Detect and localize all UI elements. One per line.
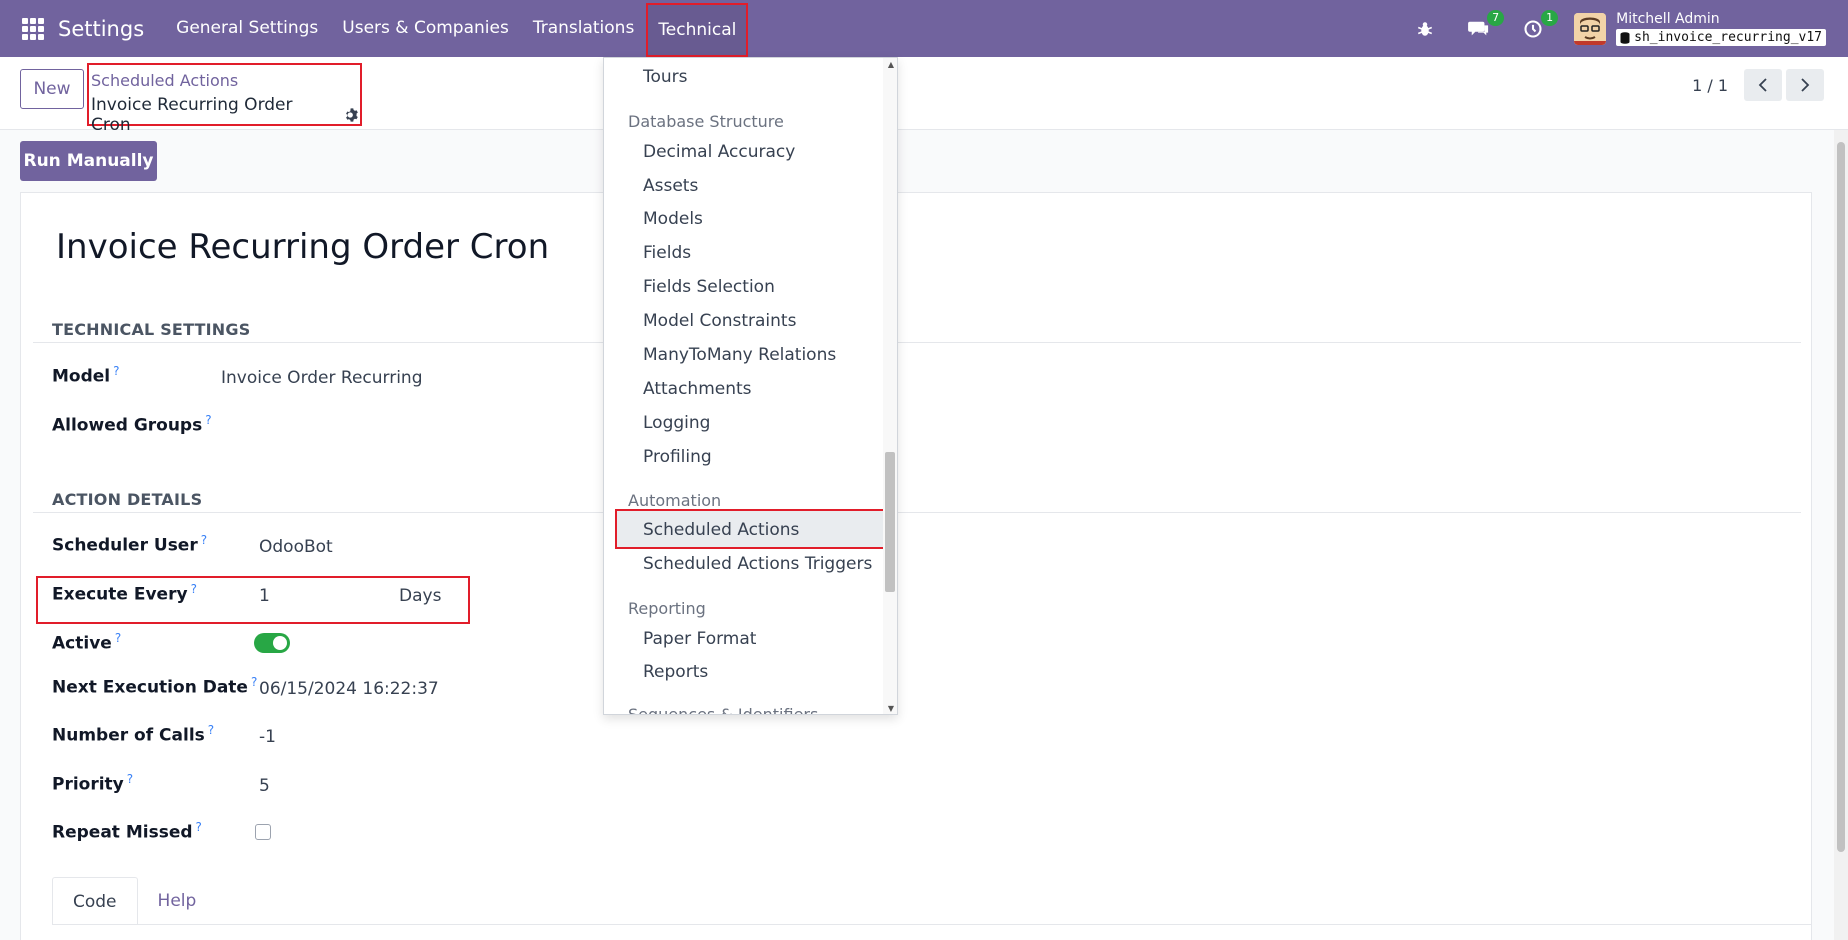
chevron-left-icon [1758,78,1767,92]
help-icon: ? [195,820,202,834]
menu-item-attachments[interactable]: Attachments [643,379,752,399]
form-sheet: Invoice Recurring Order Cron TECHNICAL S… [20,192,1812,940]
help-icon: ? [126,772,134,786]
next-execution-value[interactable]: 06/15/2024 16:22:37 [259,679,439,699]
chat-icon[interactable]: 7 [1466,9,1505,42]
execute-every-unit[interactable]: Days [399,586,441,606]
activities-badge: 1 [1541,9,1559,26]
repeat-missed-checkbox[interactable] [255,824,271,840]
priority-value[interactable]: 5 [259,776,270,796]
menu-item-scheduled-actions[interactable]: Scheduled Actions [643,520,799,540]
model-value[interactable]: Invoice Order Recurring [221,368,423,388]
user-menu[interactable]: Mitchell Admin sh_invoice_recurring_v17 [1616,11,1826,46]
dropdown-scrollbar-thumb[interactable] [885,452,895,592]
breadcrumb-current-label: Invoice Recurring Order Cron [91,95,293,135]
menu-item-reports[interactable]: Reports [643,662,708,682]
menu-item-logging[interactable]: Logging [643,413,710,433]
menu-translations[interactable]: Translations [521,0,647,57]
db-name: sh_invoice_recurring_v17 [1634,30,1822,45]
gear-icon[interactable] [344,107,360,123]
breadcrumb: Scheduled Actions Invoice Recurring Orde… [87,63,362,135]
section-divider [33,512,1801,513]
help-icon: ? [113,364,120,378]
tab-code[interactable]: Code [52,877,138,925]
pager-next-button[interactable] [1786,69,1824,101]
run-manually-button[interactable]: Run Manually [20,141,157,181]
menu-header-reporting: Reporting [628,599,706,618]
active-toggle[interactable] [254,633,290,653]
menu-header-database-structure: Database Structure [628,112,784,131]
avatar[interactable] [1574,12,1607,45]
menu-technical[interactable]: Technical [646,2,749,57]
menu-item-tours[interactable]: Tours [643,67,688,87]
menu-item-decimal-accuracy[interactable]: Decimal Accuracy [643,142,795,162]
new-button[interactable]: New [20,69,84,109]
menu-item-paper-format[interactable]: Paper Format [643,629,756,649]
section-divider [33,342,1801,343]
help-icon: ? [207,723,215,737]
scheduler-user-label: Scheduler User? [52,533,208,556]
allowed-groups-label: Allowed Groups? [52,413,212,436]
messages-badge: 7 [1487,9,1505,26]
control-panel: New Scheduled Actions Invoice Recurring … [0,57,1848,135]
number-of-calls-value[interactable]: -1 [259,727,276,747]
top-navbar: Settings General Settings Users & Compan… [0,0,1848,57]
scroll-up-icon[interactable]: ▲ [888,60,894,69]
pager-previous-button[interactable] [1744,69,1782,101]
user-name: Mitchell Admin [1616,11,1720,27]
menu-item-models[interactable]: Models [643,209,703,229]
db-name-badge: sh_invoice_recurring_v17 [1616,29,1826,46]
pager-value[interactable]: 1 / 1 [1692,76,1728,95]
menu-item-many2many-relations[interactable]: ManyToMany Relations [643,345,836,365]
notebook-tabs: Code Help [52,877,216,925]
active-label: Active? [52,631,122,654]
menu-item-fields-selection[interactable]: Fields Selection [643,277,775,297]
tab-help[interactable]: Help [138,877,217,925]
section-technical-settings: TECHNICAL SETTINGS [52,320,251,339]
priority-label: Priority? [52,772,134,795]
section-action-details: ACTION DETAILS [52,490,203,509]
menu-header-sequences-identifiers: Sequences & Identifiers [628,705,819,715]
clock-icon[interactable]: 1 [1520,9,1559,42]
help-icon: ? [114,631,122,645]
record-title[interactable]: Invoice Recurring Order Cron [56,227,549,267]
chevron-right-icon [1801,78,1810,92]
apps-grid-icon[interactable] [22,17,44,40]
model-label: Model? [52,364,120,387]
menu-item-fields[interactable]: Fields [643,243,691,263]
execute-every-label: Execute Every? [52,582,197,605]
menu-item-scheduled-actions-triggers[interactable]: Scheduled Actions Triggers [643,554,872,574]
number-of-calls-label: Number of Calls? [52,723,215,746]
technical-dropdown-menu: Tours Database Structure Decimal Accurac… [603,57,898,715]
app-brand[interactable]: Settings [58,17,144,41]
menu-item-profiling[interactable]: Profiling [643,447,712,467]
scheduler-user-value[interactable]: OdooBot [259,537,333,557]
help-icon: ? [200,533,208,547]
dropdown-scrollbar[interactable] [883,58,897,714]
pager: 1 / 1 [1692,69,1824,101]
help-icon: ? [250,675,258,689]
help-icon: ? [205,413,212,427]
tabs-divider [52,924,1812,925]
menu-general-settings[interactable]: General Settings [164,0,330,57]
next-execution-label: Next Execution Date? [52,675,258,698]
repeat-missed-label: Repeat Missed? [52,820,202,843]
menu-item-assets[interactable]: Assets [643,176,698,196]
bug-icon[interactable] [1412,16,1438,42]
breadcrumb-scheduled-actions[interactable]: Scheduled Actions [91,71,238,90]
execute-every-number[interactable]: 1 [259,586,270,606]
breadcrumb-current: Invoice Recurring Order Cron [91,95,360,135]
menu-header-automation: Automation [628,491,722,510]
navbar-systray: 7 1 Mitchell Admin sh_invoice_recurring_… [1398,0,1848,57]
scroll-down-icon[interactable]: ▼ [888,704,894,713]
menu-users-companies[interactable]: Users & Companies [330,0,521,57]
page-scrollbar-thumb[interactable] [1837,142,1845,852]
help-icon: ? [190,582,197,596]
database-icon [1620,31,1630,44]
menu-item-model-constraints[interactable]: Model Constraints [643,311,796,331]
